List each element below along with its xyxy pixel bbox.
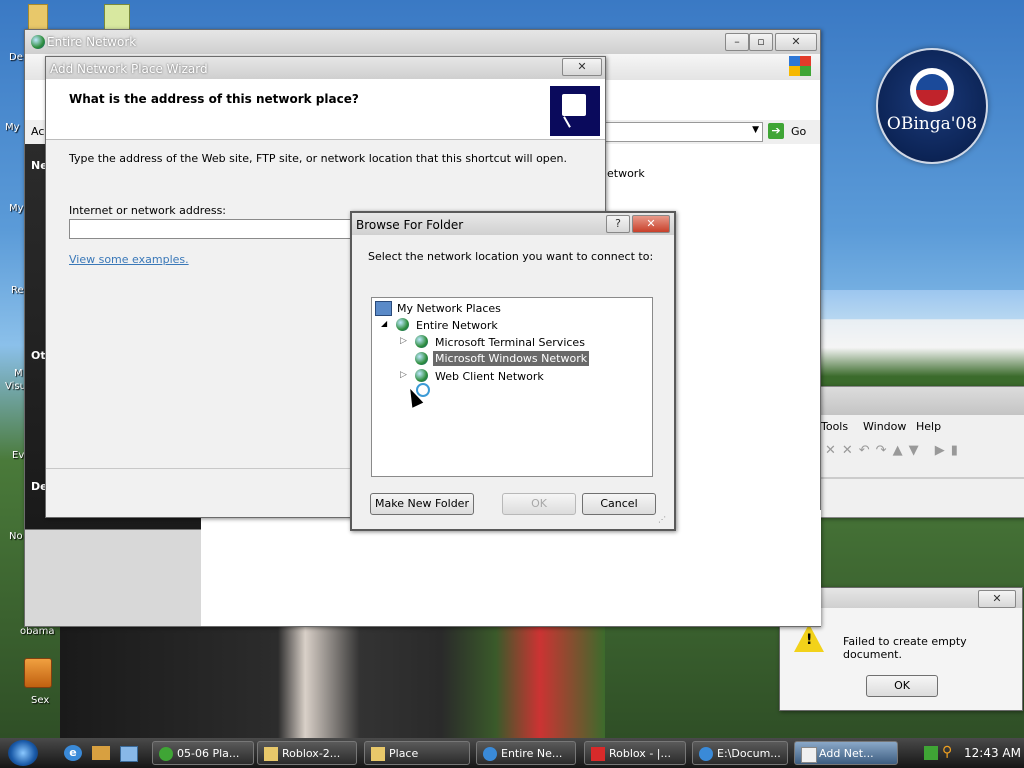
browser-icon[interactable]: e — [64, 745, 82, 761]
collapse-icon[interactable]: ◢ — [381, 319, 387, 328]
dialog-title: Browse For Folder — [356, 218, 464, 232]
address-label: Ac — [31, 125, 45, 138]
network-tray-icon[interactable] — [924, 746, 938, 760]
network-globe-icon — [31, 35, 45, 49]
wizard-heading: What is the address of this network plac… — [69, 92, 359, 106]
taskbar-item[interactable]: E:\Docum... — [692, 741, 788, 765]
network-globe-icon — [415, 369, 428, 382]
campaign-logo: OBinga'08 — [876, 48, 988, 164]
go-button[interactable]: Go — [791, 125, 806, 138]
start-button[interactable] — [8, 740, 38, 766]
network-globe-icon — [396, 318, 409, 331]
taskbar-item[interactable]: Place — [364, 741, 470, 765]
close-button[interactable]: ✕ — [562, 58, 602, 76]
toolbar-icons: ✕✕↶↷▲▼ ▶▮ — [825, 443, 964, 458]
chevron-down-icon[interactable]: ▼ — [752, 125, 759, 135]
menu-window[interactable]: Window — [863, 420, 906, 433]
taskbar-item[interactable]: 05-06 Pla... — [152, 741, 254, 765]
network-globe-icon — [415, 335, 428, 348]
desktop-label: De — [9, 52, 23, 63]
window-title: Entire Network — [47, 35, 137, 49]
white-house-image — [820, 290, 1024, 386]
content-item[interactable]: etwork — [607, 167, 645, 180]
search-icon[interactable]: ⚲ — [942, 744, 952, 760]
folder-icon[interactable] — [28, 4, 48, 30]
close-button[interactable]: ✕ — [632, 215, 670, 233]
window-titlebar: Entire Network – ▫ ✕ — [25, 30, 820, 54]
briefcase-icon[interactable] — [24, 658, 52, 688]
windows-logo-icon — [789, 56, 811, 76]
app-window: Tools Window Help ✕✕↶↷▲▼ ▶▮ — [818, 386, 1024, 518]
tree-item-label: Web Client Network — [435, 370, 544, 383]
tree-item-label-selected: Microsoft Windows Network — [433, 351, 590, 366]
network-address-input[interactable] — [69, 219, 356, 239]
menu-tools[interactable]: Tools — [821, 420, 848, 433]
desktop-label: Visu — [5, 381, 26, 392]
make-new-folder-button[interactable]: Make New Folder — [370, 493, 474, 515]
taskbar-item-active[interactable]: Add Net... — [794, 741, 898, 765]
desktop-label: No — [9, 531, 23, 542]
error-message: Failed to create empty document. — [843, 635, 967, 661]
logo-text: OBinga'08 — [886, 114, 978, 134]
network-places-icon — [375, 301, 392, 316]
go-arrow-icon[interactable]: ➔ — [768, 123, 784, 139]
desktop-icon-obama-label[interactable]: obama — [20, 626, 54, 637]
tree-item-label: Entire Network — [416, 319, 498, 332]
address-field-label: Internet or network address: — [69, 204, 227, 217]
help-button[interactable]: ? — [606, 215, 630, 233]
resize-grip-icon[interactable]: ⋰ — [658, 515, 666, 524]
desktop-label: M — [14, 368, 23, 379]
tree-item-label: My Network Places — [397, 302, 501, 315]
side-heading: Ot — [31, 349, 46, 362]
wizard-description: Type the address of the Web site, FTP si… — [69, 152, 568, 165]
browse-folder-dialog: Browse For Folder ? ✕ Select the network… — [350, 211, 676, 531]
network-folder-icon — [550, 86, 600, 136]
ok-button[interactable]: OK — [866, 675, 938, 697]
wizard-title: Add Network Place Wizard — [50, 62, 208, 76]
dialog-prompt: Select the network location you want to … — [368, 250, 654, 263]
minimize-button[interactable]: – — [725, 33, 749, 51]
desktop-icon-sex-label[interactable]: Sex — [31, 695, 49, 706]
show-desktop-icon[interactable] — [120, 746, 138, 762]
address-input[interactable]: ▼ — [605, 122, 763, 142]
close-button[interactable]: ✕ — [775, 33, 817, 51]
maximize-button[interactable]: ▫ — [749, 33, 773, 51]
network-globe-icon — [415, 352, 428, 365]
menu-help[interactable]: Help — [916, 420, 941, 433]
wizard-titlebar: Add Network Place Wizard ✕ — [46, 57, 605, 79]
tree-item-label: Microsoft Terminal Services — [435, 336, 585, 349]
desktop-label: Re — [11, 285, 24, 296]
expand-icon[interactable]: ▷ — [400, 370, 407, 380]
wizard-header: What is the address of this network plac… — [46, 79, 605, 140]
ok-button[interactable]: OK — [502, 493, 576, 515]
taskbar: e 05-06 Pla... Roblox-2... Place Entire … — [0, 738, 1024, 768]
document-icon[interactable] — [104, 4, 130, 30]
taskbar-item[interactable]: Roblox-2... — [257, 741, 357, 765]
clock[interactable]: 12:43 AM — [964, 746, 1021, 760]
desktop-label: My — [9, 203, 24, 214]
folder-tree[interactable]: My Network Places ◢ Entire Network ▷ Mic… — [371, 297, 653, 477]
taskbar-item[interactable]: Entire Ne... — [476, 741, 576, 765]
desktop-photo — [60, 626, 605, 738]
taskbar-item[interactable]: Roblox - |... — [584, 741, 686, 765]
close-button[interactable]: ✕ — [978, 590, 1016, 608]
expand-icon[interactable]: ▷ — [400, 336, 407, 346]
cancel-button[interactable]: Cancel — [582, 493, 656, 515]
examples-link[interactable]: View some examples. — [69, 253, 189, 266]
dialog-titlebar: Browse For Folder ? ✕ — [352, 213, 674, 235]
desktop-label: Ev — [12, 450, 25, 461]
desktop-label: My — [5, 122, 20, 133]
app-titlebar — [819, 387, 1024, 415]
quicklaunch-icon[interactable] — [92, 746, 110, 760]
